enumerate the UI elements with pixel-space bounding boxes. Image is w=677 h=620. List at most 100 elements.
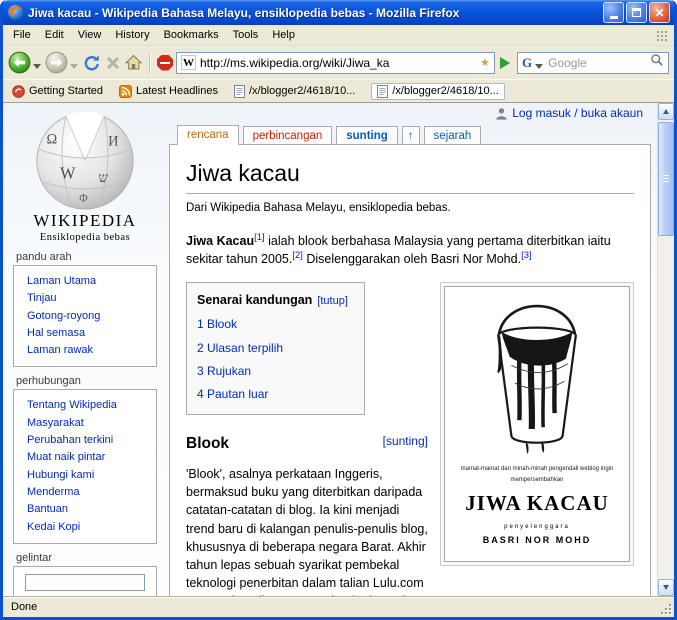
reference-link-3[interactable]: [3] <box>521 250 532 261</box>
search-engine-dropdown[interactable] <box>535 64 544 69</box>
sidebar-section-search-title: gelintar <box>16 551 53 564</box>
close-button[interactable]: ✕ <box>649 2 670 23</box>
menu-file[interactable]: File <box>6 26 38 44</box>
menu-tools[interactable]: Tools <box>226 26 266 44</box>
tab-perbincangan[interactable]: perbincangan <box>242 126 333 145</box>
bookmark-getting-started[interactable]: Getting Started <box>12 84 103 98</box>
wiki-sidebar: Ω И W ש Φ WIKIPEDIA Ensiklopedia bebas p… <box>7 105 163 596</box>
toc-item-pautan[interactable]: 4 Pautan luar <box>197 386 348 403</box>
maximize-button[interactable] <box>626 2 647 23</box>
login-link[interactable]: Log masuk / buka akaun <box>495 106 643 120</box>
svg-text:Φ: Φ <box>79 192 88 204</box>
svg-text:Ω: Ω <box>46 132 57 148</box>
site-subtitle: Dari Wikipedia Bahasa Melayu, ensikloped… <box>186 202 451 215</box>
forward-history-dropdown[interactable] <box>70 64 78 69</box>
url-text[interactable]: http://ms.wikipedia.org/wiki/Jiwa_ka <box>200 56 476 70</box>
toc-item-ulasan[interactable]: 2 Ulasan terpilih <box>197 340 348 357</box>
cover-image-frame[interactable]: mamat-mamat dan minah-minah pengendali w… <box>440 282 634 567</box>
svg-text:ש: ש <box>98 170 108 185</box>
menu-view[interactable]: View <box>71 26 109 44</box>
vertical-scrollbar[interactable] <box>657 103 674 596</box>
tab-up-arrow[interactable]: ↑ <box>401 126 420 145</box>
sidebar-item-gotong-royong[interactable]: Gotong-royong <box>27 309 152 323</box>
section-heading-blook: [sunting] Blook <box>186 433 428 452</box>
scroll-up-button[interactable] <box>658 103 674 120</box>
sidebar-item-hal-semasa[interactable]: Hal semasa <box>27 326 152 340</box>
bookmark-blogger-2[interactable]: /x/blogger2/4618/10... <box>371 82 505 100</box>
adblock-icon[interactable] <box>157 54 173 71</box>
sidebar-nav-box: Laman Utama Tinjau Gotong-royong Hal sem… <box>13 265 157 368</box>
menu-bookmarks[interactable]: Bookmarks <box>157 26 226 44</box>
bookmark-blogger-1[interactable]: /x/blogger2/4618/10... <box>233 84 355 98</box>
window-title: Jiwa kacau - Wikipedia Bahasa Melayu, en… <box>28 5 460 20</box>
wikipedia-globe-logo[interactable]: Ω И W ש Φ <box>29 107 141 211</box>
back-history-dropdown[interactable] <box>33 64 41 69</box>
resize-grip[interactable] <box>658 601 673 616</box>
toolbar-separator <box>149 51 151 74</box>
svg-text:W: W <box>60 163 76 182</box>
page-icon <box>377 84 389 98</box>
section-edit-link[interactable]: [sunting] <box>383 433 428 450</box>
scroll-down-button[interactable] <box>658 579 674 596</box>
cover-title: JIWA KACAU <box>465 490 609 515</box>
title-bar[interactable]: Jiwa kacau - Wikipedia Bahasa Melayu, en… <box>3 0 674 25</box>
search-bar[interactable]: G Google <box>517 51 669 74</box>
sidebar-item-tinjau[interactable]: Tinjau <box>27 291 152 305</box>
window-controls: ✕ <box>603 2 670 23</box>
sidebar-item-kedai-kopi[interactable]: Kedai Kopi <box>27 520 152 534</box>
sidebar-item-laman-rawak[interactable]: Laman rawak <box>27 343 152 357</box>
sidebar-item-muat-naik[interactable]: Muat naik pintar <box>27 450 152 464</box>
tab-rencana[interactable]: rencana <box>177 125 239 145</box>
sidebar-item-laman-utama[interactable]: Laman Utama <box>27 274 152 288</box>
user-icon <box>496 107 507 120</box>
wikipedia-page: Ω И W ש Φ WIKIPEDIA Ensiklopedia bebas p… <box>3 103 657 596</box>
reference-link-1[interactable]: [1] <box>254 232 265 243</box>
toc-toggle-link[interactable]: [tutup] <box>317 295 348 307</box>
tab-sunting[interactable]: sunting <box>336 126 398 145</box>
back-button[interactable] <box>8 51 31 74</box>
tab-sejarah[interactable]: sejarah <box>423 126 482 145</box>
bookmark-latest-headlines[interactable]: Latest Headlines <box>119 84 218 98</box>
wikipedia-wordmark: WIKIPEDIA <box>33 211 137 230</box>
menu-help[interactable]: Help <box>265 26 302 44</box>
book-cover: mamat-mamat dan minah-minah pengendali w… <box>444 286 630 563</box>
search-engine-label[interactable]: Google <box>548 56 646 70</box>
toolbar-grip <box>656 30 669 42</box>
rss-icon <box>119 84 132 98</box>
reload-button[interactable] <box>82 53 102 73</box>
wiki-main-column: Log masuk / buka akaun rencana perbincan… <box>169 103 651 596</box>
sidebar-item-hubungi[interactable]: Hubungi kami <box>27 468 152 482</box>
sidebar-item-perubahan[interactable]: Perubahan terkini <box>27 433 152 447</box>
google-logo-icon[interactable]: G <box>522 55 532 71</box>
page-icon <box>233 84 245 98</box>
bookmark-star-icon[interactable]: ★ <box>480 56 490 69</box>
stop-button[interactable] <box>105 55 121 71</box>
reference-link-2[interactable]: [2] <box>292 250 303 261</box>
scrollbar-thumb[interactable] <box>658 122 674 236</box>
getting-started-icon <box>12 84 25 98</box>
toc-title: Senarai kandungan <box>197 293 313 308</box>
forward-button[interactable] <box>45 51 68 74</box>
page-title: Jiwa kacau <box>186 157 634 195</box>
toc-item-blook[interactable]: 1 Blook <box>197 316 348 333</box>
url-bar[interactable]: W http://ms.wikipedia.org/wiki/Jiwa_ka ★ <box>176 51 495 74</box>
status-bar: Done <box>3 596 674 617</box>
menu-edit[interactable]: Edit <box>38 26 71 44</box>
wikipedia-favicon: W <box>181 55 196 70</box>
sidebar-section-rel-title: perhubungan <box>16 375 81 388</box>
sidebar-item-tentang[interactable]: Tentang Wikipedia <box>27 398 152 412</box>
wiki-search-input[interactable] <box>25 573 145 591</box>
firefox-icon <box>7 4 24 21</box>
toc-item-rujukan[interactable]: 3 Rujukan <box>197 363 348 380</box>
sidebar-item-masyarakat[interactable]: Masyarakat <box>27 416 152 430</box>
table-of-contents: Senarai kandungan [tutup] 1 Blook 2 Ulasa… <box>186 282 365 415</box>
go-button[interactable] <box>500 56 510 69</box>
sidebar-item-bantuan[interactable]: Bantuan <box>27 502 152 516</box>
sidebar-section-nav-title: pandu arah <box>16 251 72 263</box>
search-icon[interactable] <box>650 53 664 72</box>
minimize-button[interactable] <box>603 2 624 23</box>
sidebar-item-menderma[interactable]: Menderma <box>27 485 152 499</box>
navigation-toolbar: W http://ms.wikipedia.org/wiki/Jiwa_ka ★… <box>3 46 674 79</box>
home-button[interactable] <box>124 54 143 71</box>
menu-history[interactable]: History <box>108 26 156 44</box>
